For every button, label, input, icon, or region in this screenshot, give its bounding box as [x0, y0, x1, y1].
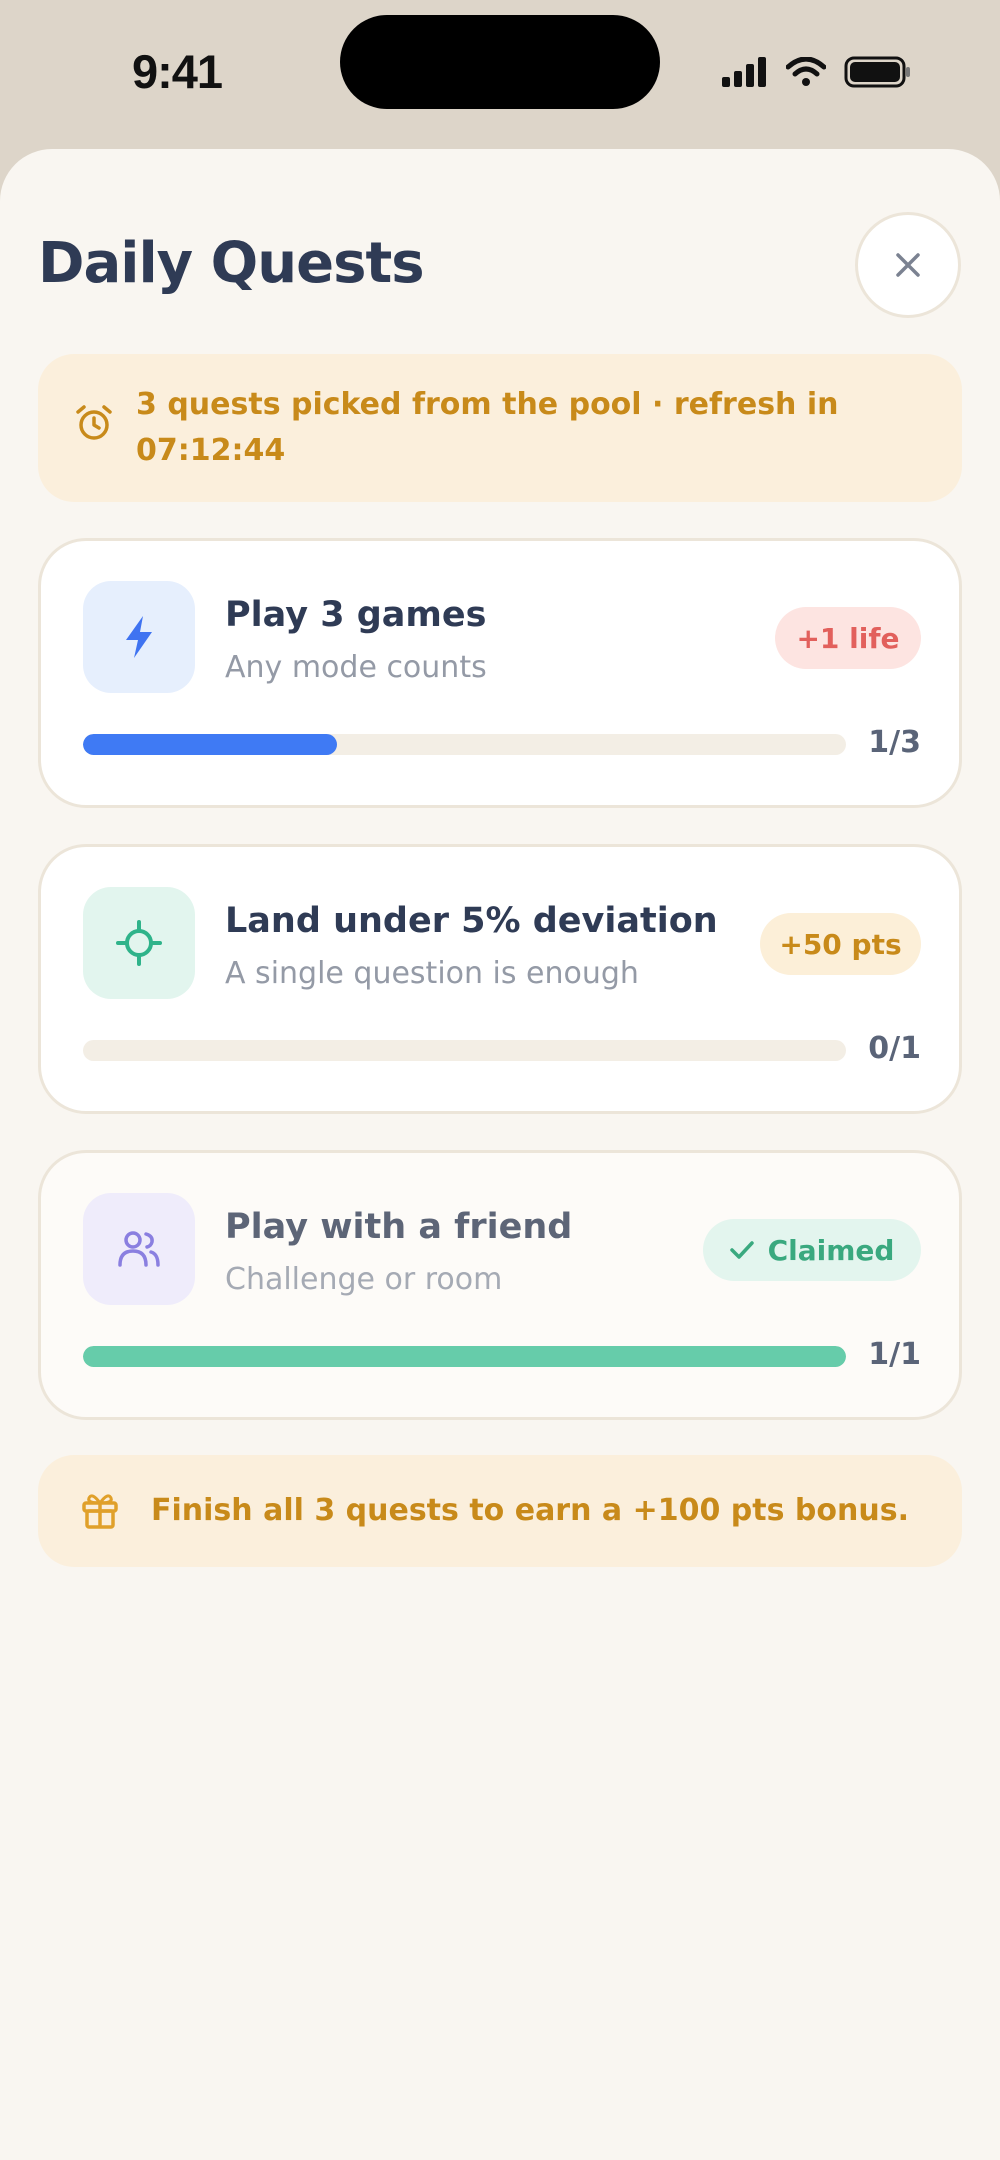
- wifi-icon: [786, 57, 826, 86]
- quest-subtitle: A single question is enough: [225, 956, 639, 991]
- users-icon: [118, 1231, 160, 1267]
- progress-count: 1/3: [868, 725, 921, 760]
- quest-subtitle: Any mode counts: [225, 650, 487, 685]
- progress-fill: [83, 1346, 846, 1367]
- cellular-signal-icon: [722, 57, 766, 87]
- refresh-text: 3 quests picked from the pool · refresh …: [136, 387, 839, 468]
- quest-icon-tile: [83, 581, 195, 693]
- quest-title: Play with a friend: [225, 1207, 573, 1247]
- reward-label: Claimed: [767, 1233, 895, 1267]
- progress-count: 0/1: [868, 1031, 921, 1066]
- checkmark-icon: [729, 1241, 754, 1259]
- progress-count: 1/1: [868, 1337, 921, 1372]
- reward-badge: +50 pts: [760, 913, 921, 975]
- gift-icon: [82, 1494, 118, 1529]
- quest-card-land-under-5-deviation[interactable]: Land under 5% deviation A single questio…: [38, 844, 962, 1114]
- bonus-banner: Finish all 3 quests to earn a +100 pts b…: [38, 1455, 962, 1567]
- quest-icon-tile: [83, 1193, 195, 1305]
- close-button[interactable]: [855, 212, 961, 318]
- bonus-text: Finish all 3 quests to earn a +100 pts b…: [151, 1493, 909, 1528]
- refresh-banner: 3 quests picked from the pool · refresh …: [38, 354, 962, 502]
- progress-fill: [83, 734, 338, 755]
- status-bar: 9:41: [0, 0, 1000, 150]
- quest-card-play-with-a-friend[interactable]: Play with a friend Challenge or room Cla…: [38, 1150, 962, 1420]
- crosshair-icon: [116, 920, 162, 966]
- progress-track: [83, 1346, 846, 1367]
- status-time: 9:41: [132, 45, 223, 98]
- close-icon: [896, 253, 920, 277]
- reward-label: +50 pts: [779, 927, 902, 961]
- quest-title: Land under 5% deviation: [225, 901, 718, 941]
- progress-track: [83, 1040, 846, 1061]
- quest-subtitle: Challenge or room: [225, 1262, 503, 1297]
- quest-icon-tile: [83, 887, 195, 999]
- status-icons: [722, 54, 912, 90]
- reward-badge: +1 life: [775, 607, 921, 669]
- page-title: Daily Quests: [38, 231, 425, 296]
- quests-sheet: Daily Quests 3 quests picked from the po…: [0, 149, 1000, 2160]
- quest-title: Play 3 games: [225, 595, 487, 635]
- reward-label: +1 life: [796, 621, 900, 655]
- lightning-icon: [126, 616, 152, 658]
- quest-card-play-3-games[interactable]: Play 3 games Any mode counts +1 life 1/3: [38, 538, 962, 808]
- dynamic-island: [340, 15, 660, 109]
- claimed-badge: Claimed: [703, 1219, 921, 1281]
- battery-icon: [844, 56, 910, 88]
- alarm-clock-icon: [76, 405, 112, 440]
- progress-track: [83, 734, 846, 755]
